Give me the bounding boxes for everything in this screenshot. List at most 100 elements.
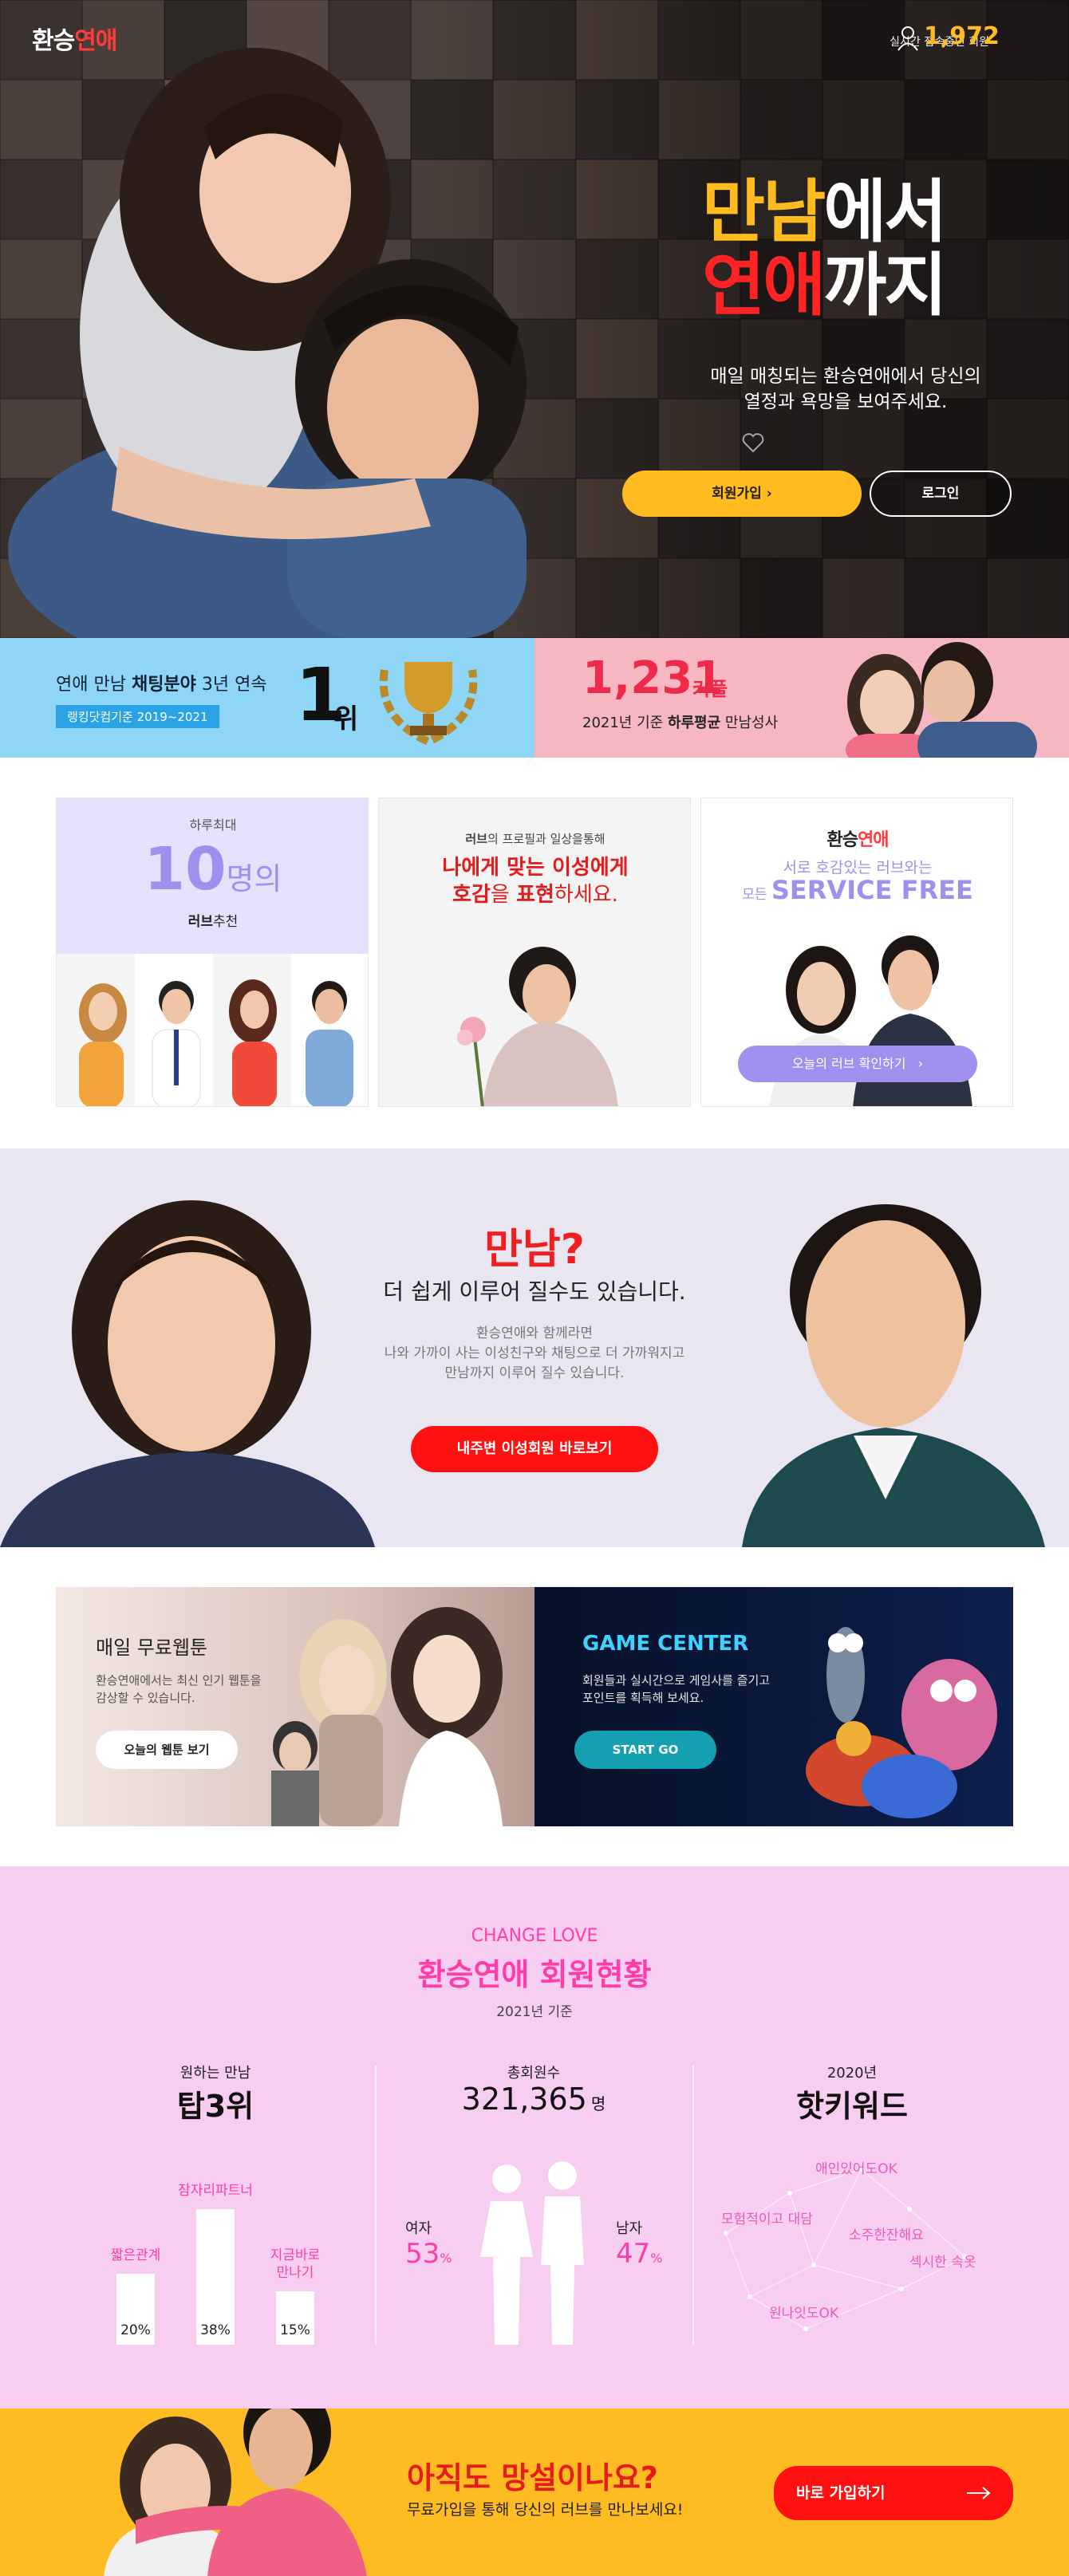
col2-value: 321,365 명 — [375, 2082, 692, 2117]
hero-desc-1: 매일 매칭되는 환승연애에서 당신의 — [710, 366, 981, 387]
hero-desc-2: 열정과 욕망을 보여주세요. — [744, 392, 948, 412]
webtoon-banner[interactable]: 매일 무료웹툰 환승연애에서는 최신 인기 웹툰을 감상할 수 있습니다. 오늘… — [56, 1587, 534, 1826]
game-desc: 회원들과 실시간으로 게임사를 즐기고 포인트를 획득해 보세요. — [582, 1672, 770, 1707]
webtoon-characters-illustration — [271, 1607, 503, 1826]
game-desc-2: 포인트를 획득해 보세요. — [582, 1691, 704, 1705]
bar-label: 짧은관계 — [110, 2247, 161, 2263]
female-label: 여자 — [405, 2220, 432, 2237]
hero-description: 매일 매칭되는 환승연애에서 당신의 열정과 욕망을 보여주세요. — [622, 364, 1069, 415]
card1-unit: 명의 — [226, 861, 282, 896]
cta-subtitle: 무료가입을 통해 당신의 러브를 만나보세요! — [407, 2501, 684, 2519]
col1-value: 탑3위 — [176, 2089, 254, 2124]
cta-couple-photo — [104, 2409, 367, 2576]
signup-now-label: 바로 가입하기 — [796, 2484, 886, 2502]
card3-logo: 환승연애 — [701, 825, 1012, 851]
keyword: 원나잇도OK — [769, 2306, 839, 2322]
game-start-button[interactable]: START GO — [574, 1731, 716, 1769]
user-icon — [897, 26, 918, 51]
ranking-badge: 랭킹닷컴기준 2019~2021 — [56, 705, 219, 728]
bar-value: 20% — [120, 2322, 151, 2338]
chevron-right-icon: › — [917, 1056, 924, 1071]
bar-label: 지금바로 만나기 — [270, 2247, 321, 2281]
webtoon-desc-1: 환승연애에서는 최신 인기 웹툰을 — [96, 1673, 262, 1688]
status-year: 2021년 기준 — [496, 2004, 573, 2020]
card2-main-2c: 표현 — [516, 883, 554, 907]
couple-unit: 커플 — [692, 678, 728, 700]
login-button[interactable]: 로그인 — [870, 471, 1012, 517]
nearby-members-button[interactable]: 내주변 이성회원 바로보기 — [411, 1426, 658, 1472]
signup-cta: 아직도 망설이나요? 무료가입을 통해 당신의 러브를 만나보세요! 바로 가입… — [0, 2409, 1069, 2576]
col2-label: 총회원수 — [507, 2065, 561, 2082]
status-title: 환승연애 회원현황 — [417, 1957, 652, 1992]
hero-title-1a: 만남 — [702, 172, 826, 252]
card1-num: 10 — [144, 835, 227, 904]
male-percent: 47% — [616, 2238, 662, 2270]
percent-sign: % — [440, 2251, 452, 2266]
hero-title-2b: 까지 — [823, 246, 947, 325]
signup-now-button[interactable]: 바로 가입하기 — [774, 2466, 1013, 2520]
total-members: 321,365 — [461, 2082, 587, 2117]
card1-number: 10명의 — [57, 835, 368, 904]
male-pct-value: 47 — [616, 2238, 651, 2270]
four-people-photo — [57, 954, 368, 1106]
col3-label: 2020년 — [826, 2065, 878, 2082]
couple-sub-b: 하루평균 — [667, 715, 721, 731]
man-with-flower-photo — [457, 947, 618, 1106]
webtoon-button[interactable]: 오늘의 웹툰 보기 — [96, 1731, 238, 1769]
card2-main-2a: 호감 — [452, 883, 491, 907]
card3-free-b: SERVICE FREE — [771, 875, 973, 905]
meet-subtitle: 더 쉽게 이루어 질수도 있습니다. — [383, 1278, 686, 1305]
keyword: 섹시한 속옷 — [909, 2255, 976, 2271]
hero-title-1b: 에서 — [823, 172, 947, 252]
promo-section: 매일 무료웹툰 환승연애에서는 최신 인기 웹툰을 감상할 수 있습니다. 오늘… — [0, 1547, 1069, 1866]
trophy-icon — [379, 662, 478, 746]
bar-group: 짧은관계 20% — [104, 2145, 168, 2345]
online-count: 1,972 — [924, 22, 1000, 50]
ranking-text-c: 3년 연속 — [195, 675, 267, 695]
card3-logo-a: 환승 — [826, 830, 858, 850]
game-desc-1: 회원들과 실시간으로 게임사를 즐기고 — [582, 1673, 771, 1688]
rank-unit: 위 — [333, 703, 359, 735]
col3-value: 핫키워드 — [796, 2089, 908, 2124]
card2-main: 나에게 맞는 이성에게 호감을 표현하세요. — [379, 854, 690, 908]
couples-panel: 1,231 커플 2021년 기준 하루평균 만남성사 — [534, 638, 1069, 758]
ranking-text-b: 채팅분야 — [131, 675, 196, 695]
card-express[interactable]: 러브의 프로필과 일상을통해 나에게 맞는 이성에게 호감을 표현하세요. — [378, 798, 691, 1107]
hero-title: 만남에서 연애까지 — [702, 172, 948, 325]
card-free-service[interactable]: 환승연애 서로 호감있는 러브와는 모든 SERVICE FREE 오늘의 러브… — [700, 798, 1013, 1107]
percent-sign: % — [650, 2251, 663, 2266]
webtoon-title: 매일 무료웹툰 — [96, 1637, 208, 1659]
features-section: 하루최대 10명의 러브추천 러브의 프로필과 일상을통해 나에게 맞는 이성에… — [0, 758, 1069, 1148]
card1-top: 하루최대 — [189, 817, 237, 833]
keyword: 애인있어도OK — [815, 2161, 897, 2177]
logo-text-1: 환승 — [32, 27, 75, 55]
arrow-right-icon — [967, 2487, 991, 2499]
ranking-text: 연애 만남 채팅분야 3년 연속 — [56, 670, 267, 695]
check-love-button[interactable]: 오늘의 러브 확인하기 › — [738, 1046, 977, 1082]
card3-sub: 서로 호감있는 러브와는 — [783, 859, 933, 876]
card-recommend[interactable]: 하루최대 10명의 러브추천 — [56, 798, 369, 1107]
bar-group: 잠자리파트너 38% — [178, 2145, 253, 2345]
join-button[interactable]: 회원가입 › — [622, 471, 862, 517]
total-members-unit: 명 — [590, 2094, 606, 2113]
card2-main-2d: 하세요. — [554, 883, 618, 907]
bar-label: 잠자리파트너 — [178, 2183, 253, 2199]
keyword: 모험적이고 대담 — [721, 2212, 813, 2227]
site-logo[interactable]: 환승연애 — [32, 21, 117, 56]
ranking-text-a: 연애 만남 — [56, 675, 132, 695]
card3-logo-b: 연애 — [858, 830, 889, 850]
female-percent: 53% — [405, 2238, 452, 2270]
game-banner[interactable]: GAME CENTER 회원들과 실시간으로 게임사를 즐기고 포인트를 획득해… — [534, 1587, 1013, 1826]
join-button-label: 회원가입 — [712, 486, 762, 502]
chevron-right-icon: › — [766, 486, 772, 502]
meeting-preference-chart: 짧은관계 20% 잠자리파트너 38% 지금바로 만나기 15% — [56, 2145, 375, 2345]
card2-main-2b: 을 — [490, 883, 517, 907]
member-status-section: CHANGE LOVE 환승연애 회원현황 2021년 기준 원하는 만남 탑3… — [0, 1866, 1069, 2409]
game-title: GAME CENTER — [582, 1632, 749, 1656]
meet-paragraph: 환승연애와 함께라면 나와 가까이 사는 이성친구와 채팅으로 더 가까워지고 … — [0, 1324, 1069, 1384]
heart-icon — [742, 433, 764, 453]
bar-group: 지금바로 만나기 15% — [263, 2145, 327, 2345]
hero-title-2a: 연애 — [702, 246, 826, 325]
meet-p3: 만남까지 이루어 질수 있습니다. — [444, 1365, 625, 1381]
card1-bottom-b: 추천 — [213, 914, 239, 930]
